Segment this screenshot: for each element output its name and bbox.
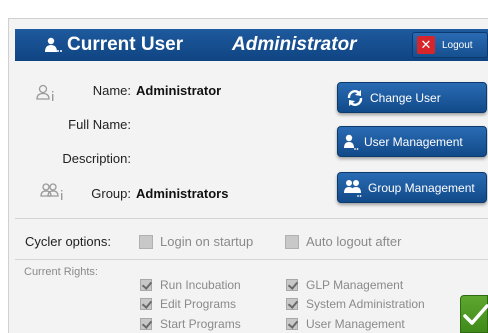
check-icon bbox=[140, 279, 152, 291]
header-title: Current User bbox=[67, 34, 184, 55]
cycler-options-label: Cycler options: bbox=[25, 234, 111, 249]
right-item: User Management bbox=[286, 317, 405, 331]
right-label: GLP Management bbox=[306, 278, 404, 292]
check-icon bbox=[286, 279, 298, 291]
current-user-header: Current User Administrator ✕ Logout bbox=[15, 29, 488, 61]
current-user-name: Administrator bbox=[232, 34, 357, 55]
right-item: Run Incubation bbox=[140, 278, 241, 292]
login-on-startup-checkbox[interactable]: Login on startup bbox=[139, 234, 253, 249]
check-icon bbox=[286, 318, 298, 330]
auto-logout-label: Auto logout after bbox=[306, 234, 402, 249]
right-label: Edit Programs bbox=[160, 297, 237, 311]
change-user-button[interactable]: Change User bbox=[337, 82, 487, 113]
divider bbox=[15, 218, 488, 219]
user-management-button[interactable]: User Management bbox=[337, 126, 487, 157]
full-name-label: Full Name: bbox=[68, 117, 131, 132]
logout-button[interactable]: ✕ Logout bbox=[412, 32, 488, 58]
change-user-label: Change User bbox=[370, 90, 441, 105]
checkbox-box bbox=[139, 234, 153, 249]
right-item: GLP Management bbox=[286, 278, 403, 292]
checkbox-box bbox=[285, 234, 299, 249]
group-icon bbox=[344, 179, 362, 197]
right-label: Run Incubation bbox=[160, 278, 241, 292]
user-icon bbox=[45, 37, 62, 52]
group-management-button[interactable]: Group Management bbox=[337, 172, 487, 203]
check-icon bbox=[140, 298, 152, 310]
check-icon bbox=[140, 318, 152, 330]
current-rights-label: Current Rights: bbox=[24, 266, 98, 278]
description-label: Description: bbox=[62, 151, 131, 166]
refresh-icon bbox=[347, 89, 363, 106]
right-label: System Administration bbox=[306, 297, 425, 311]
group-management-label: Group Management bbox=[368, 180, 475, 195]
login-on-startup-label: Login on startup bbox=[160, 234, 254, 249]
close-icon: ✕ bbox=[417, 36, 435, 54]
checkmark-icon bbox=[463, 304, 488, 325]
check-icon bbox=[286, 298, 298, 310]
right-item: Edit Programs bbox=[140, 297, 236, 311]
user-icon bbox=[344, 134, 359, 150]
group-label: Group: bbox=[91, 186, 131, 201]
right-item: Start Programs bbox=[140, 317, 241, 331]
user-management-label: User Management bbox=[364, 134, 463, 149]
right-item: System Administration bbox=[286, 297, 425, 311]
group-value: Administrators bbox=[136, 186, 229, 201]
right-label: User Management bbox=[306, 317, 405, 331]
user-info-icon bbox=[36, 84, 54, 101]
auto-logout-checkbox[interactable]: Auto logout after bbox=[285, 234, 401, 249]
right-label: Start Programs bbox=[160, 317, 241, 331]
name-value: Administrator bbox=[136, 83, 222, 98]
ok-button[interactable] bbox=[460, 295, 488, 333]
name-label: Name: bbox=[92, 83, 131, 98]
divider bbox=[15, 259, 488, 260]
logout-label: Logout bbox=[442, 39, 473, 51]
